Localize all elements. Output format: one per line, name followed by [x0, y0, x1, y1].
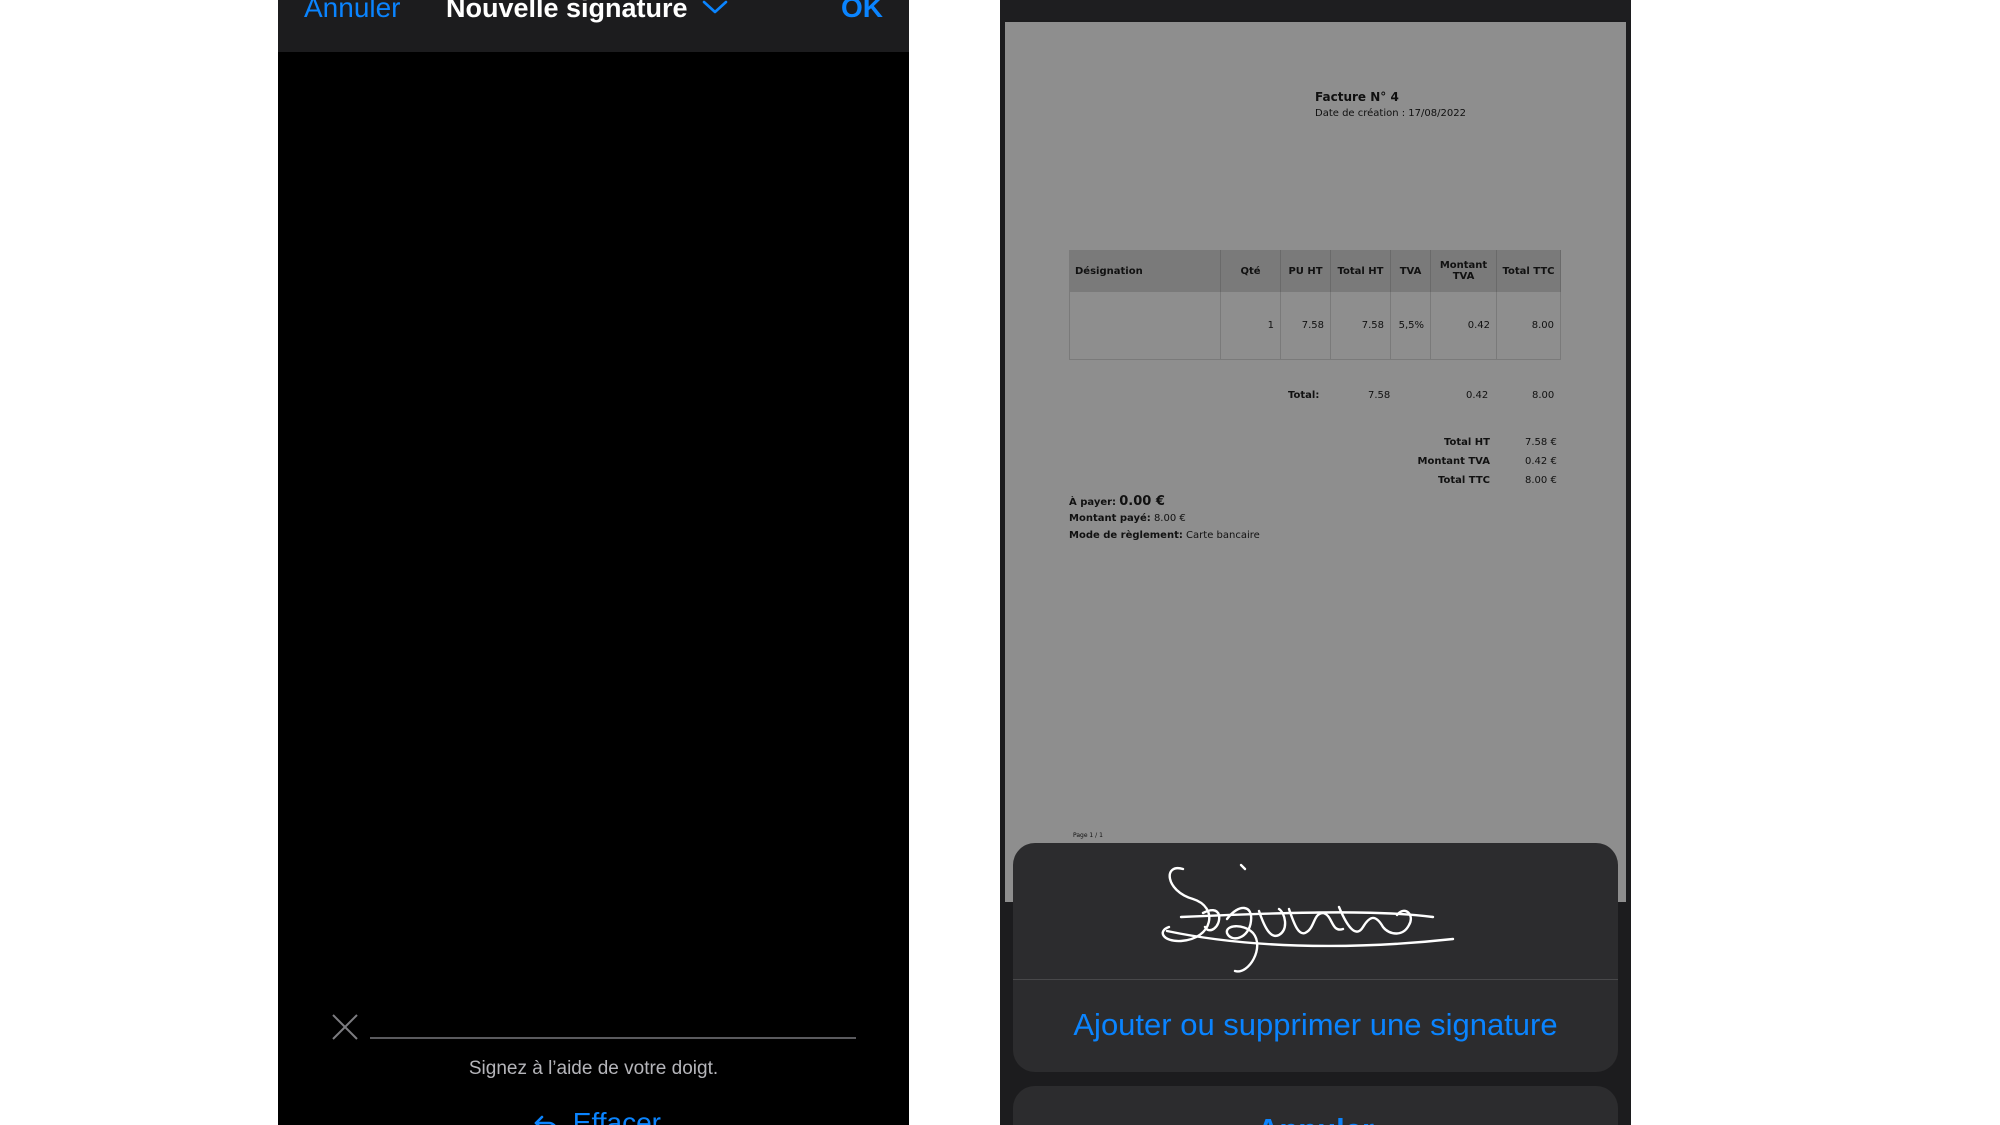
- undo-icon: [533, 1107, 573, 1125]
- invoice-table: Désignation Qté PU HT Total HT TVA Monta…: [1069, 250, 1561, 360]
- saved-signature[interactable]: [1013, 843, 1618, 980]
- navigation-bar: Annuler Nouvelle signature OK: [278, 0, 909, 52]
- table-header: Désignation: [1069, 250, 1221, 292]
- payment-method: Mode de règlement: Carte bancaire: [1069, 530, 1260, 541]
- top-toolbar: [1000, 0, 1631, 20]
- erase-button[interactable]: Effacer: [533, 1108, 661, 1125]
- total-ttc: 8.00: [1532, 390, 1555, 401]
- new-signature-screen: Annuler Nouvelle signature OK Signez à l…: [278, 0, 909, 1125]
- cancel-sheet-button[interactable]: Annuler: [1013, 1086, 1618, 1125]
- page-footer: Page 1 / 1: [1073, 832, 1103, 839]
- invoice-title: Facture N° 4: [1315, 90, 1399, 104]
- method-label: Mode de règlement:: [1069, 530, 1183, 541]
- paid-label: Montant payé:: [1069, 513, 1151, 524]
- paid-value: 8.00 €: [1153, 513, 1186, 524]
- to-pay-label: À payer:: [1069, 497, 1117, 508]
- screen-title: Nouvelle signature: [446, 0, 688, 23]
- sheet-divider: [1013, 979, 1618, 980]
- signature-drawing: [1161, 863, 1455, 973]
- table-cell: 7.58: [1281, 292, 1331, 360]
- table-cell: [1069, 292, 1221, 360]
- summary-label: Total HT: [1444, 437, 1490, 448]
- summary-value: 0.42 €: [1525, 456, 1557, 467]
- signature-hint: Signez à l’aide de votre doigt.: [468, 1058, 719, 1079]
- table-header: TVA: [1391, 250, 1431, 292]
- close-icon: [330, 1012, 360, 1047]
- summary-label: Montant TVA: [1417, 456, 1490, 467]
- table-cell: 5,5%: [1391, 292, 1431, 360]
- summary-value: 7.58 €: [1525, 437, 1557, 448]
- signature-action-sheet: Ajouter ou supprimer une signature: [1013, 843, 1618, 1072]
- chevron-down-icon[interactable]: [700, 0, 730, 21]
- table-cell: 0.42: [1431, 292, 1497, 360]
- erase-label: Effacer: [572, 1107, 661, 1125]
- table-cell: 7.58: [1331, 292, 1391, 360]
- table-header: Montant TVA: [1431, 250, 1497, 292]
- cancel-sheet-label: Annuler: [1013, 1112, 1618, 1125]
- table-cell: 1: [1221, 292, 1281, 360]
- table-header: Total TTC: [1497, 250, 1561, 292]
- to-pay-value: 0.00 €: [1119, 494, 1165, 509]
- invoice-date: Date de création : 17/08/2022: [1315, 108, 1466, 119]
- signature-baseline: [370, 1037, 856, 1039]
- invoice-document: Facture N° 4 Date de création : 17/08/20…: [1005, 22, 1626, 902]
- table-cell: 8.00: [1497, 292, 1561, 360]
- table-header: Total HT: [1331, 250, 1391, 292]
- table-header: PU HT: [1281, 250, 1331, 292]
- summary-label: Total TTC: [1437, 475, 1490, 486]
- ok-button[interactable]: OK: [841, 0, 883, 22]
- signature-canvas[interactable]: [278, 52, 909, 1042]
- document-markup-screen: Facture N° 4 Date de création : 17/08/20…: [1000, 0, 1631, 1125]
- table-header: Qté: [1221, 250, 1281, 292]
- total-ht: 7.58: [1368, 390, 1391, 401]
- total-label: Total:: [1288, 390, 1320, 401]
- cancel-button[interactable]: Annuler: [304, 0, 401, 22]
- total-tva: 0.42: [1466, 390, 1489, 401]
- summary-value: 8.00 €: [1525, 475, 1557, 486]
- amount-paid: Montant payé: 8.00 €: [1069, 513, 1186, 524]
- amount-to-pay: À payer: 0.00 €: [1069, 494, 1165, 509]
- add-remove-signature-button[interactable]: Ajouter ou supprimer une signature: [1013, 1008, 1618, 1042]
- method-value: Carte bancaire: [1186, 530, 1260, 541]
